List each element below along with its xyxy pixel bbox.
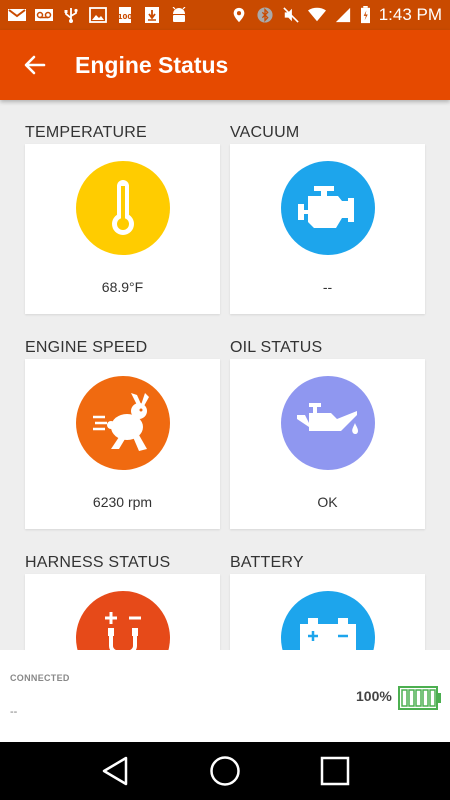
- temperature-card[interactable]: 68.9°F: [25, 144, 220, 314]
- harness-status-card[interactable]: [25, 574, 220, 650]
- recents-icon: [320, 756, 350, 786]
- battery-charging-icon: [360, 6, 370, 24]
- connection-panel: CONNECTED -- 100%: [0, 650, 450, 742]
- connected-value: --: [10, 706, 18, 718]
- usb-icon: [64, 8, 78, 23]
- oil-status-card[interactable]: OK: [230, 359, 425, 529]
- 100-icon: 100: [118, 7, 133, 23]
- temperature-label: TEMPERATURE: [25, 124, 147, 141]
- engine-status-grid: TEMPERATURE 68.9°F VACUUM -- ENGINE SPEE…: [0, 100, 450, 650]
- battery-cell: [401, 689, 408, 707]
- battery-percent: 100%: [356, 688, 392, 704]
- mute-icon: [283, 7, 299, 23]
- oil-status-circle: [280, 376, 375, 470]
- image-icon: [89, 7, 107, 23]
- navigation-bar: [0, 742, 450, 800]
- battery-cell: [422, 689, 429, 707]
- battery-cell: [415, 689, 422, 707]
- back-button[interactable]: [0, 30, 70, 100]
- download-icon: [145, 7, 159, 23]
- engine-speed-value: 6230 rpm: [92, 494, 153, 510]
- battery-circle: [280, 591, 375, 650]
- oil-status-value: OK: [317, 494, 338, 510]
- bluetooth-icon: [257, 7, 273, 23]
- svg-text:100: 100: [118, 13, 133, 21]
- arrow-left-icon: [24, 55, 46, 75]
- battery-label: BATTERY: [230, 554, 304, 571]
- app-bar: Engine Status: [0, 30, 450, 100]
- home-icon: [210, 756, 240, 786]
- battery-level-icon: [398, 686, 441, 710]
- vacuum-value: --: [322, 279, 333, 295]
- nav-home-button[interactable]: [205, 751, 245, 791]
- location-icon: [233, 7, 245, 23]
- harness-status-circle: [75, 591, 170, 650]
- status-bar: 100 1:43 PM: [0, 0, 450, 30]
- oil-status-label: OIL STATUS: [230, 339, 323, 356]
- signal-icon: [335, 7, 350, 23]
- wifi-icon: [307, 7, 326, 22]
- battery-cell: [408, 689, 415, 707]
- engine-speed-circle: [75, 376, 170, 470]
- engine-speed-label: ENGINE SPEED: [25, 339, 148, 356]
- oil-can-icon: [296, 403, 358, 435]
- harness-icon: [104, 612, 141, 650]
- android-icon: [172, 7, 186, 22]
- battery-cell: [429, 689, 436, 707]
- temperature-circle: [75, 161, 170, 255]
- gmail-icon: [8, 9, 26, 21]
- engine-speed-card[interactable]: 6230 rpm: [25, 359, 220, 529]
- page-title: Engine Status: [75, 51, 229, 78]
- engine-icon: [297, 186, 354, 228]
- vacuum-card[interactable]: --: [230, 144, 425, 314]
- connected-label: CONNECTED: [10, 673, 70, 683]
- temperature-value: 68.9°F: [101, 279, 144, 295]
- car-battery-icon: [299, 618, 356, 650]
- thermometer-icon: [111, 180, 134, 235]
- vacuum-circle: [280, 161, 375, 255]
- vacuum-label: VACUUM: [230, 124, 300, 141]
- voicemail-icon: [35, 9, 53, 21]
- rabbit-icon: [92, 393, 149, 451]
- nav-recents-button[interactable]: [315, 751, 355, 791]
- back-icon: [102, 756, 128, 786]
- harness-status-label: HARNESS STATUS: [25, 554, 171, 571]
- battery-card[interactable]: [230, 574, 425, 650]
- nav-back-button[interactable]: [95, 751, 135, 791]
- status-time: 1:43 PM: [378, 5, 442, 24]
